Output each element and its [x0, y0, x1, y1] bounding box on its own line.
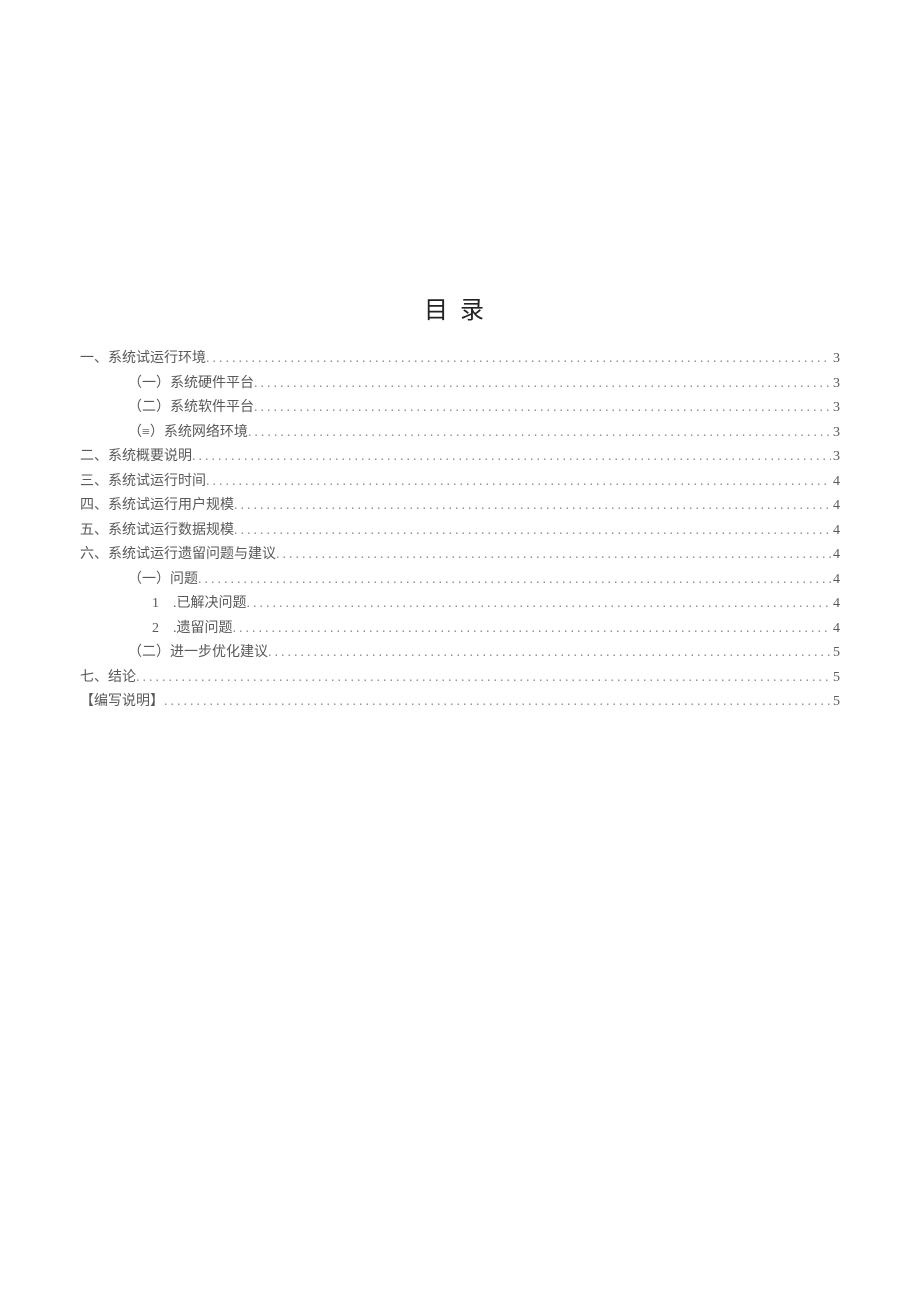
toc-entry-page: 4	[831, 617, 840, 642]
toc-entry-label: 三、系统试运行时间	[80, 470, 206, 495]
toc-leader-dots	[234, 519, 831, 544]
toc-entry-page: 3	[831, 372, 840, 397]
toc-entry[interactable]: 一、系统试运行环境 3	[80, 347, 840, 372]
toc-entry-page: 3	[831, 396, 840, 421]
toc-entry[interactable]: 【编写说明】 5	[80, 690, 840, 715]
toc-entry-label: 七、结论	[80, 666, 136, 691]
toc-leader-dots	[276, 543, 831, 568]
toc-entry-page: 4	[831, 568, 840, 593]
toc-entry[interactable]: 二、系统概要说明 3	[80, 445, 840, 470]
toc-leader-dots	[247, 592, 832, 617]
toc-leader-dots	[192, 445, 831, 470]
toc-entry-label: （一）系统硬件平台	[128, 372, 254, 397]
toc-entry-page: 5	[831, 666, 840, 691]
toc-entry-label: 1 .已解决问题	[152, 592, 247, 617]
toc-entry-label: 二、系统概要说明	[80, 445, 192, 470]
toc-leader-dots	[254, 396, 831, 421]
toc-entry-label: 六、系统试运行遗留问题与建议	[80, 543, 276, 568]
toc-entry[interactable]: （二）系统软件平台 3	[80, 396, 840, 421]
toc-leader-dots	[254, 372, 831, 397]
toc-leader-dots	[248, 421, 831, 446]
toc-entry[interactable]: 四、系统试运行用户规模 4	[80, 494, 840, 519]
toc-entry-page: 3	[831, 445, 840, 470]
toc-entry[interactable]: 六、系统试运行遗留问题与建议 4	[80, 543, 840, 568]
toc-entry-page: 4	[831, 592, 840, 617]
toc-entry-page: 4	[831, 494, 840, 519]
toc-entry-page: 4	[831, 519, 840, 544]
toc-entry-label: 2 .遗留问题	[152, 617, 233, 642]
toc-leader-dots	[136, 666, 831, 691]
toc-entry[interactable]: 七、结论 5	[80, 666, 840, 691]
toc-entry-label: （二）系统软件平台	[128, 396, 254, 421]
toc-entry-label: （二）进一步优化建议	[128, 641, 268, 666]
toc-leader-dots	[164, 690, 831, 715]
toc-entry-page: 4	[831, 470, 840, 495]
toc-entry-page: 5	[831, 690, 840, 715]
document-page: 目录 一、系统试运行环境3（一）系统硬件平台 3（二）系统软件平台 3（≡）系统…	[0, 0, 920, 1301]
toc-entry[interactable]: （一）问题 4	[80, 568, 840, 593]
toc-entry[interactable]: （一）系统硬件平台 3	[80, 372, 840, 397]
toc-entry[interactable]: 1 .已解决问题 4	[80, 592, 840, 617]
toc-leader-dots	[233, 617, 832, 642]
toc-entry-page: 4	[831, 543, 840, 568]
toc-leader-dots	[206, 347, 831, 372]
toc-list: 一、系统试运行环境3（一）系统硬件平台 3（二）系统软件平台 3（≡）系统网络环…	[80, 347, 840, 715]
toc-leader-dots	[268, 641, 831, 666]
toc-leader-dots	[234, 494, 831, 519]
toc-entry[interactable]: 三、系统试运行时间 4	[80, 470, 840, 495]
toc-entry[interactable]: 2 .遗留问题 4	[80, 617, 840, 642]
toc-entry-label: 五、系统试运行数据规模	[80, 519, 234, 544]
toc-leader-dots	[206, 470, 831, 495]
toc-leader-dots	[198, 568, 831, 593]
toc-entry[interactable]: （≡）系统网络环境 3	[80, 421, 840, 446]
toc-entry-page: 5	[831, 641, 840, 666]
toc-entry-label: （一）问题	[128, 568, 198, 593]
toc-entry[interactable]: （二）进一步优化建议 5	[80, 641, 840, 666]
toc-entry-label: 四、系统试运行用户规模	[80, 494, 234, 519]
toc-entry-page: 3	[831, 421, 840, 446]
toc-entry[interactable]: 五、系统试运行数据规模 4	[80, 519, 840, 544]
toc-entry-label: 一、系统试运行环境	[80, 347, 206, 372]
toc-entry-label: 【编写说明】	[80, 690, 164, 715]
toc-entry-page: 3	[831, 347, 840, 372]
toc-title: 目录	[80, 0, 840, 325]
toc-entry-label: （≡）系统网络环境	[128, 421, 248, 446]
